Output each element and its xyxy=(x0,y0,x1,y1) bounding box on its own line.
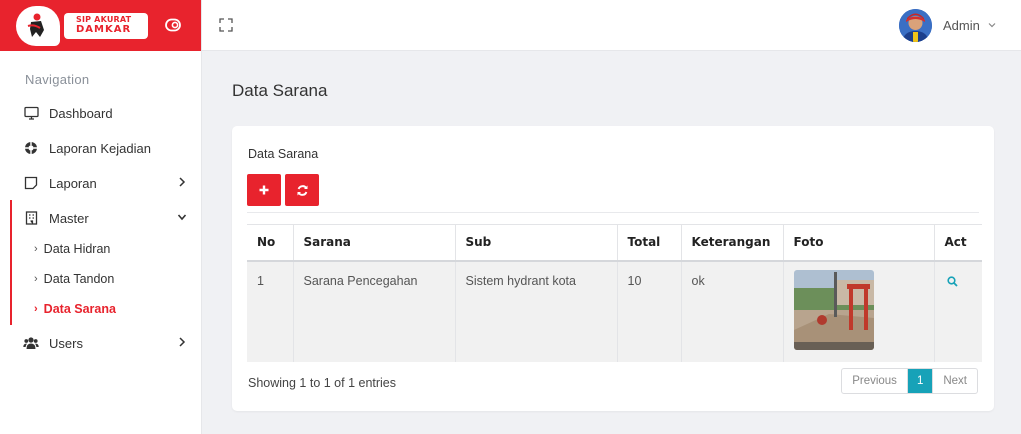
cell-no: 1 xyxy=(247,260,293,362)
building-icon xyxy=(23,210,39,226)
data-card: Data Sarana No Sarana Sub Total Keterang… xyxy=(232,126,994,411)
column-header[interactable]: Sarana xyxy=(292,224,455,262)
sidebar-item-dashboard[interactable]: Dashboard xyxy=(0,98,202,128)
sidebar-item-label: Dashboard xyxy=(49,105,113,121)
sidebar-item-label: Users xyxy=(49,335,83,351)
column-header[interactable]: Total xyxy=(616,224,681,262)
brand-line2: DAMKAR xyxy=(76,23,132,35)
chevron-right-icon xyxy=(179,177,186,187)
refresh-button[interactable] xyxy=(285,174,319,206)
cell-total: 10 xyxy=(616,260,681,362)
chevron-right-icon: › xyxy=(34,303,38,315)
chevron-down-icon xyxy=(177,214,187,221)
sidebar-item-users[interactable]: Users xyxy=(0,328,202,358)
chevron-right-icon: › xyxy=(34,243,38,255)
refresh-icon xyxy=(297,184,307,196)
sidebar-subitem-label: Data Hidran xyxy=(43,242,111,256)
search-icon[interactable] xyxy=(946,275,958,287)
cell-foto xyxy=(782,260,934,362)
table-header-row: No Sarana Sub Total Keterangan Foto Act xyxy=(247,224,982,262)
page-1-button[interactable]: 1 xyxy=(907,369,933,393)
cell-sub: Sistem hydrant kota xyxy=(454,260,617,362)
sidebar-item-label: Laporan xyxy=(49,175,97,191)
page-title: Data Sarana xyxy=(232,81,328,100)
brand-line1: SIP AKURAT xyxy=(76,14,132,24)
column-header[interactable]: Keterangan xyxy=(680,224,783,262)
top-bar: Admin xyxy=(202,0,1021,51)
users-icon xyxy=(23,335,39,351)
card-title: Data Sarana xyxy=(248,147,319,161)
next-button[interactable]: Next xyxy=(932,369,977,393)
table-info: Showing 1 to 1 of 1 entries xyxy=(248,376,397,390)
sidebar-toggle-icon[interactable] xyxy=(165,18,181,32)
sidebar-item-master[interactable]: Master xyxy=(0,203,202,233)
chevron-down-icon[interactable] xyxy=(988,22,996,28)
avatar[interactable] xyxy=(899,9,932,42)
sidebar-item-laporan[interactable]: Laporan xyxy=(0,168,202,198)
column-header[interactable]: Act xyxy=(933,224,982,262)
sidebar-item-laporan-kejadian[interactable]: Laporan Kejadian xyxy=(0,133,202,163)
sidebar-subitem-label: Data Sarana xyxy=(43,302,116,316)
user-name[interactable]: Admin xyxy=(943,18,980,33)
previous-button[interactable]: Previous xyxy=(842,369,908,393)
monitor-icon xyxy=(23,105,39,121)
column-header[interactable]: Foto xyxy=(782,224,934,262)
nav-heading: Navigation xyxy=(25,72,90,87)
chevron-right-icon: › xyxy=(34,273,38,285)
sidebar-subitem-data-hidran[interactable]: › Data Hidran xyxy=(0,237,202,261)
divider xyxy=(247,212,979,213)
pagination: Previous 1 Next xyxy=(841,368,978,394)
lifebuoy-icon xyxy=(23,140,39,156)
column-header[interactable]: No xyxy=(247,224,293,262)
sidebar-subitem-data-sarana[interactable]: › Data Sarana xyxy=(0,297,202,321)
data-table: No Sarana Sub Total Keterangan Foto Act … xyxy=(247,224,982,362)
brand-logo[interactable]: SIP AKURAT DAMKAR xyxy=(12,4,170,48)
cell-keterangan: ok xyxy=(680,260,783,362)
plus-icon xyxy=(259,185,269,195)
sidebar-item-label: Laporan Kejadian xyxy=(49,140,151,156)
sidebar-subitem-data-tandon[interactable]: › Data Tandon xyxy=(0,267,202,291)
column-header[interactable]: Sub xyxy=(454,224,617,262)
sidebar-item-label: Master xyxy=(49,210,89,226)
photo-thumbnail[interactable] xyxy=(793,269,874,350)
chevron-right-icon xyxy=(179,337,186,347)
square-icon xyxy=(23,175,39,191)
cell-sarana: Sarana Pencegahan xyxy=(292,260,455,362)
brand-bar: SIP AKURAT DAMKAR xyxy=(0,0,201,51)
sidebar: SIP AKURAT DAMKAR Navigation Dashboard L… xyxy=(0,0,202,434)
add-button[interactable] xyxy=(247,174,281,206)
sidebar-subitem-label: Data Tandon xyxy=(43,272,115,286)
table-row: 1 Sarana Pencegahan Sistem hydrant kota … xyxy=(247,260,982,362)
fullscreen-icon[interactable] xyxy=(218,17,234,33)
firefighter-icon xyxy=(27,13,44,37)
cell-act xyxy=(933,260,982,362)
